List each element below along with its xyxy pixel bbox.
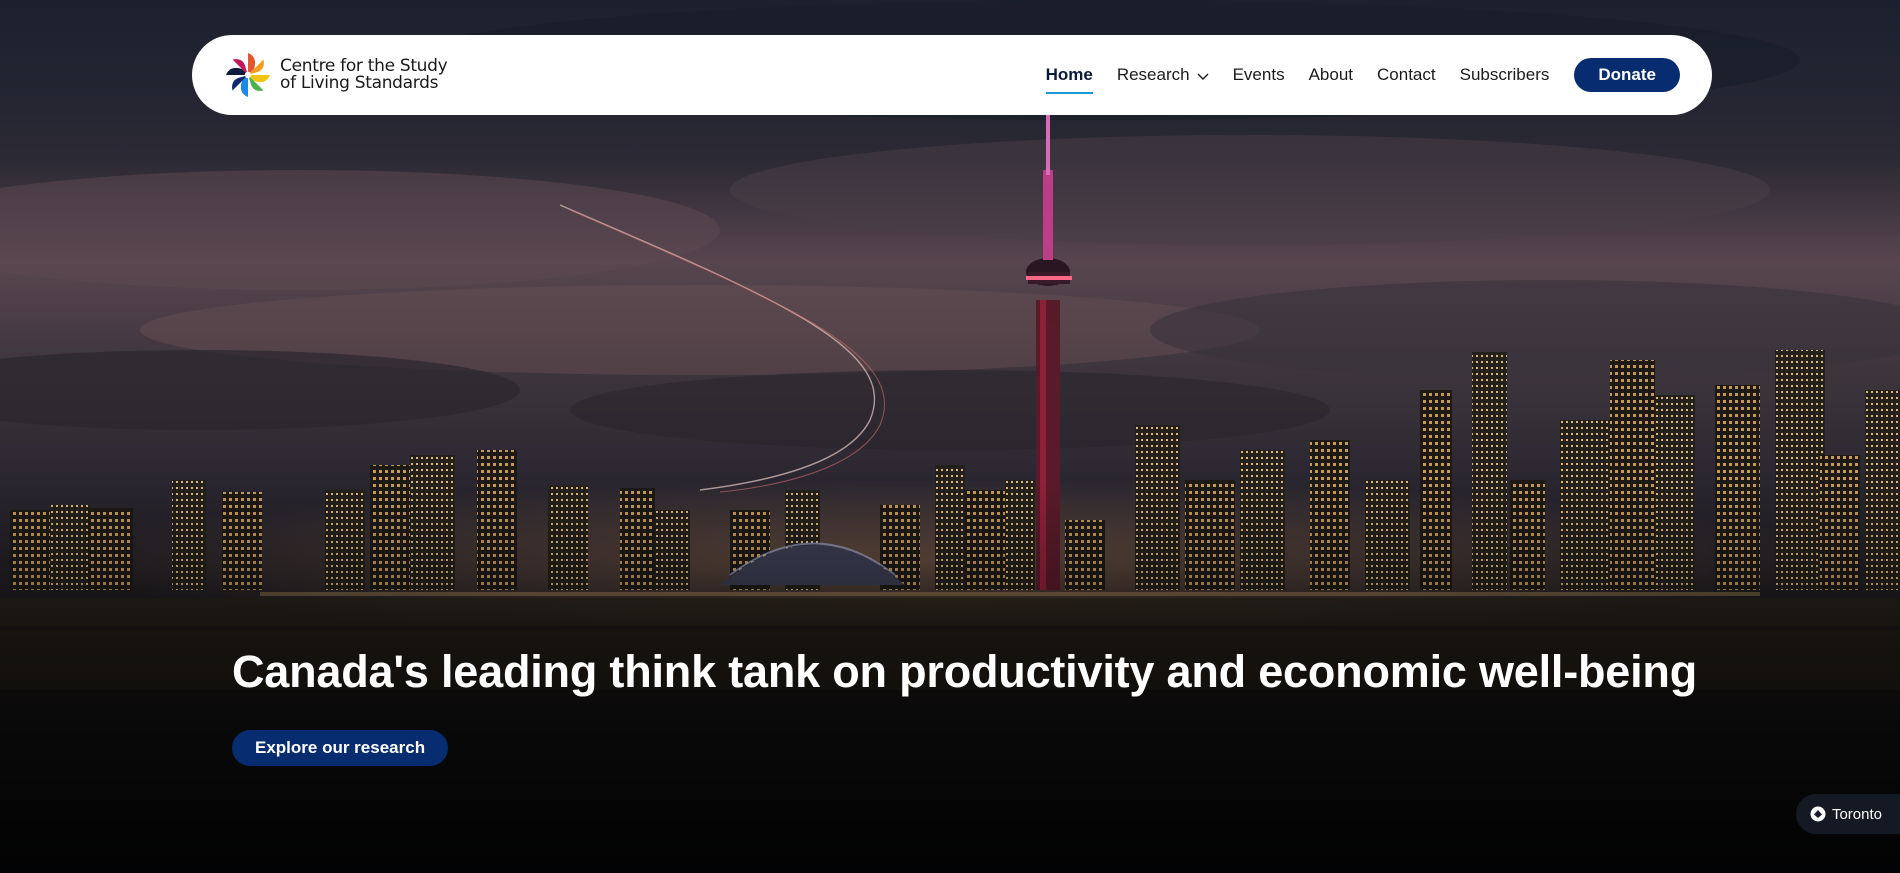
brand-home-link[interactable]: Centre for the Study of Living Standards <box>224 51 448 99</box>
nav-item-label: About <box>1308 65 1354 84</box>
nav-item-contact[interactable]: Contact <box>1377 59 1436 91</box>
nav-item-label: Contact <box>1377 65 1436 84</box>
nav-item-label: Research <box>1116 65 1190 84</box>
nav-item-events[interactable]: Events <box>1233 59 1285 91</box>
nav-item-label: Home <box>1045 65 1093 84</box>
hero-section: Centre for the Study of Living Standards… <box>0 0 1900 873</box>
brand-name-line2: of Living Standards <box>280 73 439 93</box>
nav-item-research[interactable]: Research <box>1117 59 1209 91</box>
nav-item-subscribers[interactable]: Subscribers <box>1460 59 1550 91</box>
nav-item-about[interactable]: About <box>1309 59 1353 91</box>
location-label: Toronto <box>1831 805 1882 823</box>
explore-research-button[interactable]: Explore our research <box>232 730 449 766</box>
nav-item-label: Events <box>1232 65 1285 84</box>
brand-name: Centre for the Study of Living Standards <box>280 58 448 93</box>
nav-menu: Home Research Events About Contact Subsc… <box>1022 58 1680 94</box>
donate-button[interactable]: Donate <box>1574 58 1680 92</box>
pinwheel-logo-icon <box>226 53 270 97</box>
location-circle-icon <box>1810 806 1826 822</box>
chevron-down-icon <box>1197 73 1209 80</box>
main-navbar: Centre for the Study of Living Standards… <box>192 35 1712 115</box>
nav-item-label: Subscribers <box>1459 65 1550 84</box>
nav-item-home[interactable]: Home <box>1045 59 1094 94</box>
location-badge[interactable]: Toronto <box>1795 794 1900 834</box>
hero-headline: Canada's leading think tank on productiv… <box>232 646 1698 697</box>
